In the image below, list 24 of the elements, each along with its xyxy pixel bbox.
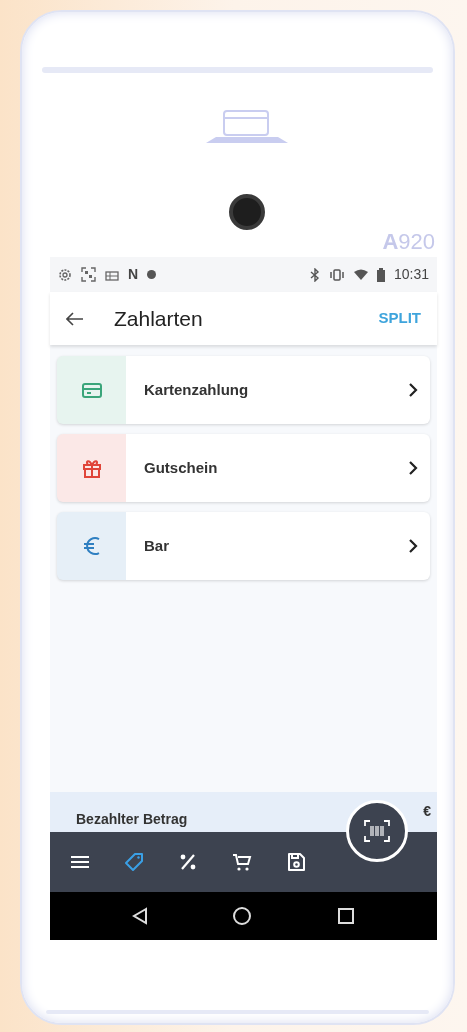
back-arrow-icon[interactable] [66,311,84,326]
payment-method-item[interactable]: Gutschein [57,434,430,502]
nav-recent-icon[interactable] [336,907,355,925]
vibrate-icon [328,267,345,282]
paid-amount-label: Bezahlter Betrag [76,810,188,829]
page-title: Zahlarten [114,305,203,332]
model-label: A920 [382,228,435,256]
gear-icon [58,267,72,282]
payment-method-item[interactable]: Kartenzahlung [57,356,430,424]
camera-lens [229,194,265,230]
payment-method-item[interactable]: Bar [57,512,430,580]
chevron-right-icon [408,460,418,476]
qr-scan-icon [81,267,96,282]
wifi-icon [353,268,368,281]
chevron-right-icon [408,538,418,554]
nav-back-icon[interactable] [132,907,149,925]
chevron-right-icon [408,382,418,398]
battery-icon [376,267,385,282]
nav-home-icon[interactable] [232,906,253,926]
bluetooth-icon [309,267,320,282]
status-glyph: N [128,265,139,284]
barcode-scan-icon [364,820,390,842]
status-time: 10:31 [393,265,429,284]
paid-amount-value: € [423,802,431,821]
